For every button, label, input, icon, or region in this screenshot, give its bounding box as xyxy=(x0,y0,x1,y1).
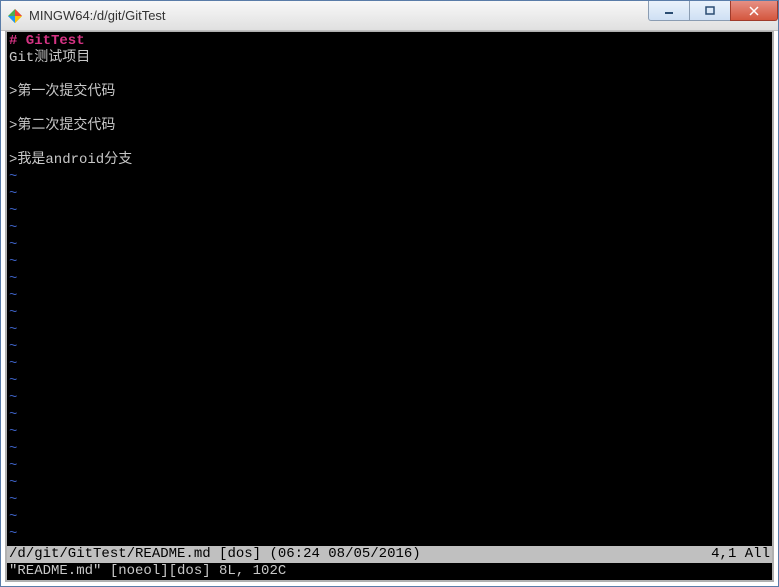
text-line: Git测试项目 xyxy=(9,50,90,66)
window-title: MINGW64:/d/git/GitTest xyxy=(29,8,649,23)
app-icon xyxy=(7,8,23,24)
empty-line-marker: ~ xyxy=(9,458,17,474)
vim-status-line: /d/git/GitTest/README.md [dos] (06:24 08… xyxy=(7,546,772,563)
editor-content[interactable]: # GitTest Git测试项目 >第一次提交代码 >第二次提交代码 >我是a… xyxy=(7,32,772,546)
empty-line-marker: ~ xyxy=(9,390,17,406)
empty-line-marker: ~ xyxy=(9,339,17,355)
empty-line-marker: ~ xyxy=(9,475,17,491)
titlebar[interactable]: MINGW64:/d/git/GitTest xyxy=(1,1,778,31)
status-position-info: 4,1 All xyxy=(711,546,770,563)
empty-line-marker: ~ xyxy=(9,356,17,372)
maximize-icon xyxy=(705,6,715,16)
application-window: MINGW64:/d/git/GitTest # GitTest Git测试项目… xyxy=(0,0,779,587)
empty-line-marker: ~ xyxy=(9,441,17,457)
empty-line-marker: ~ xyxy=(9,492,17,508)
empty-line-marker: ~ xyxy=(9,424,17,440)
vim-message-line: "README.md" [noeol][dos] 8L, 102C xyxy=(7,563,772,580)
status-file-info: /d/git/GitTest/README.md [dos] (06:24 08… xyxy=(9,546,711,563)
close-icon xyxy=(749,6,759,16)
text-line: >我是android分支 xyxy=(9,152,132,168)
status-file-format: [dos] xyxy=(219,546,261,562)
terminal-area[interactable]: # GitTest Git测试项目 >第一次提交代码 >第二次提交代码 >我是a… xyxy=(5,31,774,582)
empty-line-marker: ~ xyxy=(9,271,17,287)
status-datetime: (06:24 08/05/2016) xyxy=(269,546,420,562)
window-controls xyxy=(649,1,778,30)
text-line: >第一次提交代码 xyxy=(9,84,115,100)
empty-line-marker: ~ xyxy=(9,288,17,304)
empty-line-marker: ~ xyxy=(9,526,17,542)
markdown-heading: # GitTest xyxy=(9,33,85,49)
maximize-button[interactable] xyxy=(689,1,731,21)
empty-line-marker: ~ xyxy=(9,186,17,202)
vim-message-text: "README.md" [noeol][dos] 8L, 102C xyxy=(9,563,286,579)
empty-line-marker: ~ xyxy=(9,203,17,219)
status-cursor-position: 4,1 xyxy=(711,546,736,562)
status-file-path: /d/git/GitTest/README.md xyxy=(9,546,211,562)
empty-line-marker: ~ xyxy=(9,254,17,270)
empty-line-marker: ~ xyxy=(9,305,17,321)
empty-line-marker: ~ xyxy=(9,509,17,525)
empty-line-marker: ~ xyxy=(9,220,17,236)
text-line: >第二次提交代码 xyxy=(9,118,115,134)
minimize-icon xyxy=(664,6,674,16)
close-button[interactable] xyxy=(730,1,778,21)
empty-line-marker: ~ xyxy=(9,237,17,253)
empty-line-marker: ~ xyxy=(9,169,17,185)
empty-line-marker: ~ xyxy=(9,373,17,389)
minimize-button[interactable] xyxy=(648,1,690,21)
empty-line-marker: ~ xyxy=(9,322,17,338)
empty-line-marker: ~ xyxy=(9,407,17,423)
status-scroll: All xyxy=(745,546,770,562)
